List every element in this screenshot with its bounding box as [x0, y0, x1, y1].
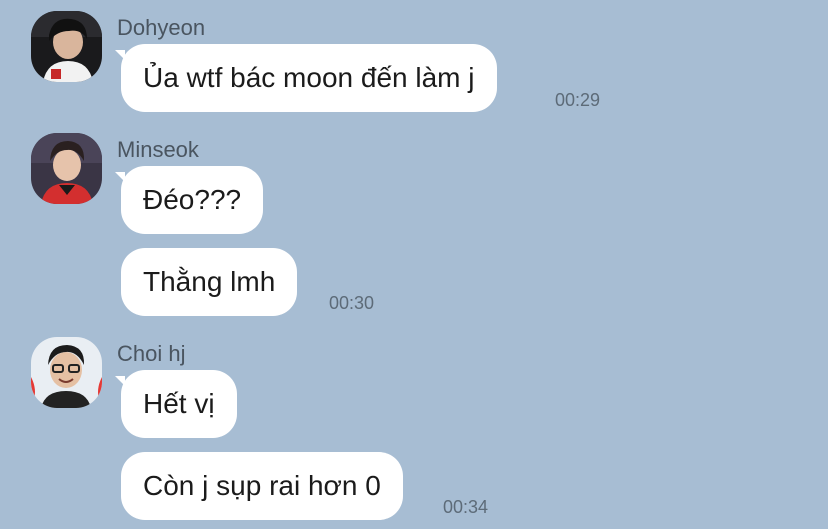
sender-name: Dohyeon — [117, 15, 206, 40]
message-time: 00:29 — [555, 90, 601, 110]
message-bubble[interactable]: Ủa wtf bác moon đến làm j — [115, 44, 497, 112]
message-time: 00:34 — [443, 497, 489, 517]
sender-name: Choi hj — [117, 341, 186, 366]
profile-photo-minseok-icon — [31, 133, 102, 204]
avatar-minseok[interactable] — [31, 133, 102, 204]
profile-photo-dohyeon-icon — [31, 11, 102, 82]
message-bubble[interactable]: Còn j sụp rai hơn 0 — [121, 452, 403, 520]
message-bubble[interactable]: Đéo??? — [114, 166, 264, 234]
message-bubble[interactable]: Thằng lmh — [121, 248, 298, 316]
avatar-choi-hj[interactable] — [31, 337, 102, 408]
message-time: 00:30 — [329, 293, 375, 313]
message-bubble[interactable]: Hết vị — [115, 370, 237, 438]
profile-photo-choi-hj-icon — [31, 337, 102, 408]
avatar-dohyeon[interactable] — [31, 11, 102, 82]
sender-name: Minseok — [117, 137, 199, 162]
